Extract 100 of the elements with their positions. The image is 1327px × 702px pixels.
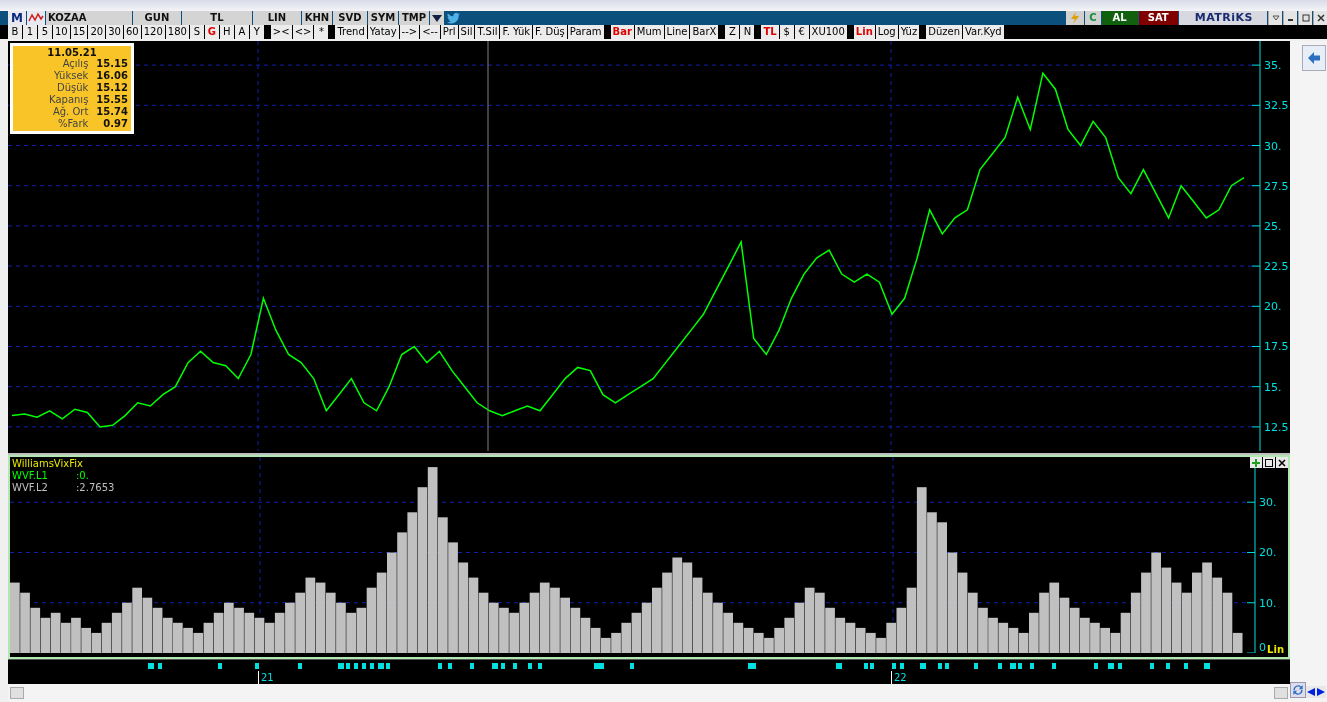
toolbar-button[interactable]: A bbox=[234, 25, 249, 39]
toolbar-button[interactable]: Lin bbox=[853, 25, 875, 39]
histogram-bar bbox=[40, 617, 51, 653]
toolbar-button[interactable]: XU100 bbox=[809, 25, 847, 39]
histogram-bar bbox=[488, 602, 499, 653]
toolbar-button[interactable]: $ bbox=[779, 25, 794, 39]
toolbar-button[interactable]: N bbox=[740, 25, 755, 39]
toolbar-button[interactable]: GUN bbox=[132, 11, 181, 25]
sell-button[interactable]: SAT bbox=[1138, 11, 1178, 25]
toolbar-button[interactable]: BarX bbox=[690, 25, 719, 39]
toolbar-button[interactable]: 1 bbox=[23, 25, 37, 39]
lightning-icon[interactable] bbox=[1066, 11, 1085, 25]
toolbar-button[interactable]: Z bbox=[725, 25, 740, 39]
toolbar-button[interactable]: 10 bbox=[53, 25, 70, 39]
axis-tick bbox=[1246, 652, 1256, 653]
toolbar-button[interactable]: G bbox=[204, 25, 219, 39]
histogram-bar bbox=[519, 602, 530, 653]
histogram-bar bbox=[81, 627, 91, 653]
axis-tick bbox=[1251, 104, 1261, 106]
toolbar-button[interactable]: H bbox=[219, 25, 234, 39]
toolbar-button[interactable]: € bbox=[794, 25, 809, 39]
histogram-bar bbox=[652, 587, 662, 653]
histogram-bar bbox=[132, 587, 142, 653]
toolbar-button[interactable]: 5 bbox=[38, 25, 52, 39]
axis-label: 32.5 bbox=[1264, 99, 1289, 113]
histogram-bar bbox=[509, 612, 519, 653]
toolbar-button[interactable]: Var.Kyd bbox=[963, 25, 1004, 39]
toolbar-button[interactable]: T.Sil bbox=[475, 25, 500, 39]
histogram-bar bbox=[152, 607, 163, 653]
axis-label: 27.5 bbox=[1264, 179, 1289, 193]
toolbar-button[interactable]: <-- bbox=[420, 25, 440, 39]
toolbar-button[interactable]: Mum bbox=[634, 25, 664, 39]
histogram-bar bbox=[1059, 597, 1070, 653]
toolbar-button[interactable]: --> bbox=[399, 25, 420, 39]
toolbar-button[interactable]: TL bbox=[181, 11, 252, 25]
back-arrow-button[interactable] bbox=[1302, 45, 1326, 71]
maximize-button[interactable] bbox=[1263, 457, 1275, 468]
toolbar-button[interactable]: TL bbox=[761, 25, 779, 39]
toolbar-button[interactable]: Log bbox=[875, 25, 898, 39]
histogram-bar bbox=[998, 622, 1009, 653]
toolbar-button[interactable]: 120 bbox=[141, 25, 165, 39]
axis-label: 10. bbox=[1259, 596, 1277, 610]
toolbar-button[interactable]: Sil bbox=[458, 25, 475, 39]
histogram-bar bbox=[804, 587, 815, 653]
toolbar-button[interactable]: Y bbox=[249, 25, 264, 39]
left-arrow-button[interactable] bbox=[1306, 686, 1316, 698]
toolbar-button[interactable]: 20 bbox=[88, 25, 106, 39]
toolbar-button[interactable]: Yüz bbox=[898, 25, 920, 39]
bird-icon[interactable] bbox=[444, 11, 463, 25]
axis-tick bbox=[1251, 145, 1261, 146]
toolbar-button[interactable]: Param bbox=[567, 25, 604, 39]
axis-tick bbox=[1246, 602, 1256, 604]
triangle-icon bbox=[1270, 13, 1281, 23]
toolbar-button[interactable]: 60 bbox=[123, 25, 141, 39]
toolbar-button[interactable]: Yatay bbox=[367, 25, 399, 39]
close-button[interactable] bbox=[1313, 11, 1327, 25]
restore-button[interactable] bbox=[1283, 11, 1297, 25]
histogram-bar bbox=[30, 607, 41, 653]
toolbar-button[interactable]: KHN bbox=[301, 11, 332, 25]
toolbar-button[interactable]: * bbox=[314, 25, 329, 39]
left-triangle-icon bbox=[1307, 687, 1315, 697]
toolbar-button[interactable]: F. Yük bbox=[500, 25, 533, 39]
refresh-button[interactable] bbox=[1290, 682, 1306, 698]
symbol-button[interactable]: KOZAA bbox=[45, 11, 132, 25]
toolbar-button[interactable]: <> bbox=[292, 25, 314, 39]
histogram-bar bbox=[1080, 617, 1090, 653]
close-button[interactable] bbox=[1276, 457, 1288, 468]
histogram-bar bbox=[478, 592, 489, 653]
date-label: 11.05.21 bbox=[46, 47, 98, 58]
scale-label: Lin bbox=[1267, 644, 1284, 655]
toolbar-button[interactable]: 180 bbox=[165, 25, 189, 39]
toolbar-button[interactable]: SYM bbox=[367, 11, 398, 25]
histogram-bar bbox=[295, 592, 305, 653]
toolbar-button[interactable]: Trend bbox=[335, 25, 367, 39]
dropdown-button[interactable] bbox=[429, 11, 444, 25]
toolbar-button[interactable]: S bbox=[189, 25, 204, 39]
histogram-bar bbox=[1090, 622, 1100, 653]
toolbar-button[interactable]: Prl bbox=[440, 25, 458, 39]
toolbar-button[interactable]: 30 bbox=[106, 25, 123, 39]
chart-icon[interactable] bbox=[26, 11, 45, 25]
toolbar-button[interactable]: TMP bbox=[398, 11, 429, 25]
toolbar-button[interactable]: B bbox=[8, 25, 22, 39]
toolbar-button[interactable]: SVD bbox=[332, 11, 367, 25]
right-arrow-button[interactable] bbox=[1316, 686, 1326, 698]
buy-button[interactable]: AL bbox=[1101, 11, 1138, 25]
toolbar-button[interactable]: LIN bbox=[252, 11, 301, 25]
histogram-bar bbox=[274, 612, 285, 653]
axis-label: 12.5 bbox=[1264, 420, 1289, 434]
histogram-bar bbox=[346, 612, 356, 653]
histogram-bar bbox=[845, 622, 856, 653]
toolbar-button[interactable]: Düzen bbox=[926, 25, 962, 39]
toolbar-button[interactable]: Line bbox=[664, 25, 690, 39]
toolbar-button[interactable]: >< bbox=[270, 25, 292, 39]
histogram-bar bbox=[713, 602, 723, 653]
axis-tick bbox=[1251, 305, 1261, 307]
toolbar-button[interactable]: Bar bbox=[610, 25, 634, 39]
axis-tick bbox=[1246, 552, 1256, 553]
toolbar-button[interactable]: F. Düş bbox=[533, 25, 567, 39]
histogram-bar bbox=[539, 582, 550, 653]
toolbar-button[interactable]: 15 bbox=[70, 25, 88, 39]
